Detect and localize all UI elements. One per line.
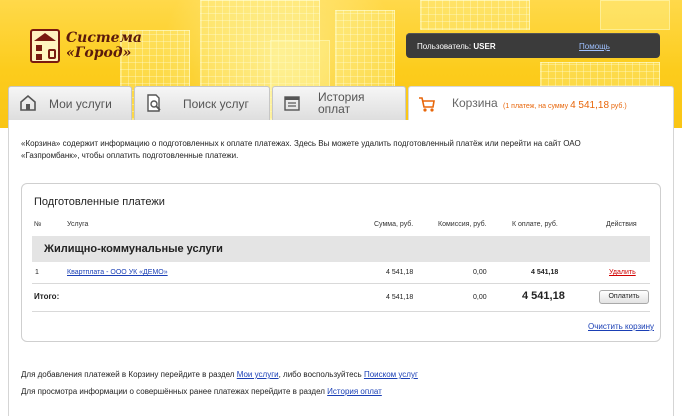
logo-line2: «Город» — [66, 45, 132, 61]
row-sum: 4 541,18 — [386, 269, 414, 276]
user-name: USER — [473, 42, 496, 51]
note-add-payments: Для добавления платежей в Корзину перейд… — [21, 370, 418, 379]
calendar-list-icon — [284, 96, 300, 111]
col-to-pay: К оплате, руб. — [512, 221, 558, 228]
panel-title: Подготовленные платежи — [34, 196, 165, 208]
tab-cart[interactable]: Корзина (1 платеж, на сумму 4 541,18 руб… — [408, 86, 674, 122]
cart-icon — [419, 97, 435, 112]
prepared-payments-panel: Подготовленные платежи № Услуга Сумма, р… — [21, 183, 661, 342]
cart-summary: (1 платеж, на сумму 4 541,18 руб.) — [503, 100, 627, 111]
tab-payment-history[interactable]: История оплат — [272, 86, 406, 120]
service-link[interactable]: Квартплата - ООО УК «ДЕМО» — [67, 269, 168, 276]
row-number: 1 — [35, 269, 39, 276]
logo[interactable]: Система «Город» — [30, 26, 142, 66]
row-commission: 0,00 — [473, 269, 487, 276]
document-search-icon — [147, 94, 161, 112]
intro-text: «Корзина» содержит информацию о подготов… — [21, 139, 581, 160]
cart-summary-amount: 4 541,18 — [570, 100, 610, 111]
logo-house-icon — [30, 29, 60, 63]
tab-my-services-label: Мои услуги — [49, 97, 112, 111]
col-sum: Сумма, руб. — [374, 221, 414, 228]
user-panel: Пользователь: USER Помощь — [406, 33, 660, 58]
history-link[interactable]: История оплат — [327, 387, 382, 396]
col-commission: Комиссия, руб. — [438, 221, 487, 228]
total-divider — [32, 311, 650, 312]
logo-line1: Система — [66, 30, 142, 46]
main-tabs: Мои услуги Поиск услуг История оплат Кор… — [8, 86, 674, 122]
note-history: Для просмотра информации о совершённых р… — [21, 387, 382, 396]
col-number: № — [34, 221, 42, 228]
main-content: «Корзина» содержит информацию о подготов… — [8, 120, 674, 416]
total-label: Итого: — [34, 292, 60, 301]
tab-my-services[interactable]: Мои услуги — [8, 86, 132, 120]
clear-cart-link[interactable]: Очистить корзину — [588, 322, 654, 331]
total-sum: 4 541,18 — [386, 294, 414, 301]
search-services-link[interactable]: Поиском услуг — [364, 370, 418, 379]
col-actions: Действия — [606, 221, 637, 228]
house-icon — [20, 94, 36, 111]
group-row: Жилищно-коммунальные услуги — [32, 236, 650, 262]
tab-history-label-line2: оплат — [318, 102, 351, 116]
group-title: Жилищно-коммунальные услуги — [44, 243, 223, 255]
tab-search-services-label: Поиск услуг — [183, 97, 249, 111]
my-services-link[interactable]: Мои услуги — [237, 370, 279, 379]
row-to-pay: 4 541,18 — [531, 269, 559, 276]
row-divider — [32, 283, 650, 284]
tab-cart-label: Корзина — [452, 96, 498, 110]
help-link[interactable]: Помощь — [579, 42, 610, 51]
total-commission: 0,00 — [473, 294, 487, 301]
total-to-pay: 4 541,18 — [522, 290, 565, 302]
tab-search-services[interactable]: Поиск услуг — [134, 86, 270, 120]
user-label: Пользователь: — [417, 42, 472, 51]
pay-button[interactable]: Оплатить — [599, 290, 649, 304]
delete-link[interactable]: Удалить — [609, 269, 636, 276]
col-service: Услуга — [67, 221, 89, 228]
